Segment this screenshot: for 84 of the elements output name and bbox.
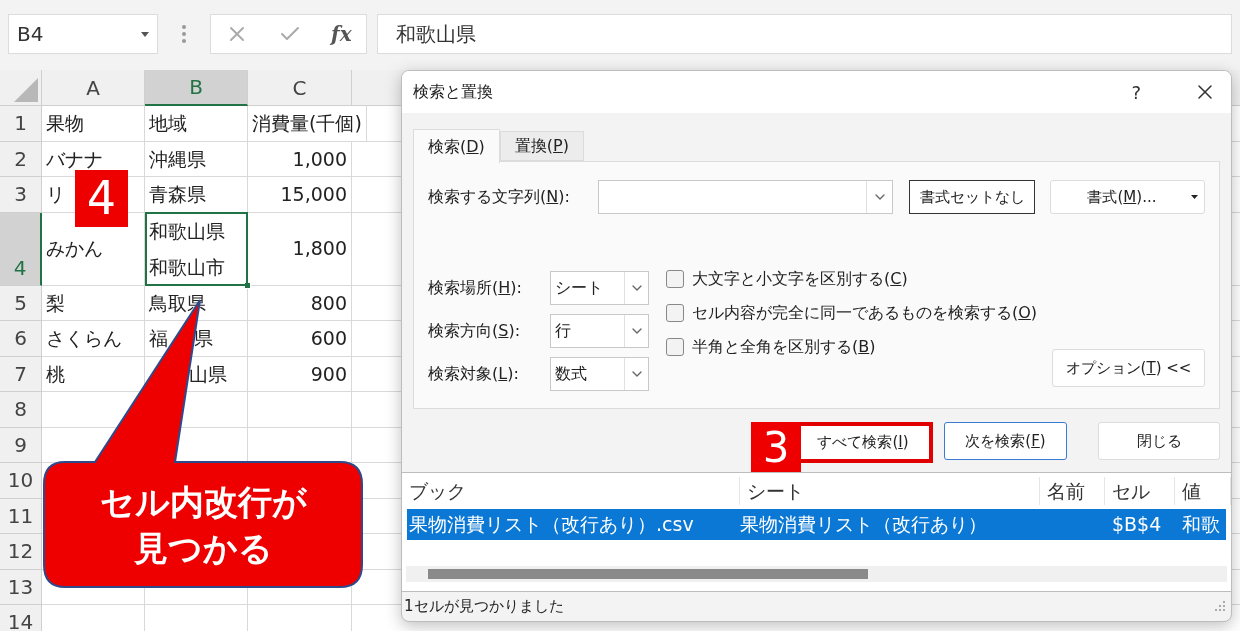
format-button[interactable]: 書式(M)... <box>1050 180 1205 214</box>
row-header[interactable]: 10 <box>0 463 42 499</box>
scrollbar-thumb[interactable] <box>428 568 868 579</box>
row-header[interactable]: 13 <box>0 569 42 605</box>
cell-text: 1,000 <box>292 146 347 172</box>
cell-text: 県 <box>194 326 213 351</box>
row-header[interactable]: 14 <box>0 605 42 631</box>
option-select[interactable]: 数式 <box>550 357 649 391</box>
insert-function-button[interactable]: fx <box>331 19 352 49</box>
cell-text: 消費量(千個) <box>252 111 362 136</box>
option-label: 検索方向(S): <box>428 320 522 342</box>
callout-text: セル内改行が 見つかる <box>99 480 307 570</box>
checkbox-label[interactable]: 大文字と小文字を区別する(C) <box>692 267 908 291</box>
row-header[interactable]: 8 <box>0 392 42 428</box>
caret-icon <box>141 31 149 37</box>
cell-text: 900 <box>310 361 347 387</box>
row-header[interactable]: 5 <box>0 285 42 321</box>
caret-icon <box>1191 195 1198 199</box>
name-box[interactable]: B4 <box>8 14 158 54</box>
row-header[interactable]: 11 <box>0 498 42 534</box>
list-column-header[interactable]: 名前 <box>1040 476 1105 506</box>
cell-text: 山県 <box>188 361 227 387</box>
select-all-icon[interactable] <box>14 78 38 102</box>
step-badge: 3 <box>751 422 801 472</box>
horizontal-scrollbar[interactable] <box>406 565 1227 582</box>
dialog-button[interactable]: 次を検索(F) <box>944 422 1067 460</box>
find-field[interactable] <box>598 180 893 214</box>
fill-handle[interactable] <box>244 281 251 289</box>
find-label: 検索する文字列(N): <box>428 186 571 208</box>
options-button[interactable]: オプション(T) << <box>1052 349 1205 387</box>
list-column-header[interactable]: シート <box>740 476 1040 506</box>
option-label: 検索場所(H): <box>428 277 523 299</box>
row-header[interactable]: 2 <box>0 141 42 177</box>
empty-cell[interactable] <box>248 392 352 428</box>
no-format-button[interactable]: 書式セットなし <box>909 180 1036 214</box>
column-header[interactable]: B <box>145 70 248 106</box>
list-column-header[interactable]: ブック <box>402 476 740 506</box>
cell-text: さくらん <box>46 326 122 351</box>
checkbox[interactable] <box>666 338 684 356</box>
checkbox[interactable] <box>666 304 684 322</box>
checkbox[interactable] <box>666 270 684 288</box>
cell-text: 果物 <box>46 111 84 136</box>
option-select[interactable]: シート <box>550 271 649 305</box>
cell-text: 1,800 <box>292 236 347 262</box>
row-header[interactable]: 1 <box>0 106 42 142</box>
cell-text: リ <box>46 182 65 207</box>
dialog-tab[interactable]: 検索(D) <box>413 129 500 163</box>
cell-text: 福 <box>149 326 168 351</box>
row-header[interactable]: 4 <box>0 212 42 286</box>
cell-text: 沖縄県 <box>149 146 206 172</box>
list-column-header[interactable]: 値 <box>1175 476 1231 506</box>
dialog-title: 検索と置換 <box>413 81 493 103</box>
option-select[interactable]: 行 <box>550 314 649 348</box>
step-badge: 4 <box>75 170 128 227</box>
column-header[interactable]: A <box>42 70 145 106</box>
status-text: 1セルが見つかりました <box>404 596 564 618</box>
row-header[interactable]: 3 <box>0 177 42 213</box>
grip-icon <box>182 25 186 43</box>
cell-text: バナナ <box>46 146 103 172</box>
cell-text: 和歌山市 <box>149 254 225 280</box>
dialog-button[interactable]: 閉じる <box>1098 422 1220 460</box>
row-header[interactable]: 6 <box>0 321 42 357</box>
cell-text: 15,000 <box>280 182 347 207</box>
option-label: 検索対象(L): <box>428 363 520 385</box>
formula-field[interactable]: 和歌山県 <box>377 14 1232 54</box>
cell-text: 梨 <box>46 290 65 316</box>
resize-grip-icon[interactable] <box>1215 601 1225 612</box>
cell-text: みかん <box>46 236 103 262</box>
row-header[interactable]: 7 <box>0 356 42 392</box>
help-button[interactable]: ? <box>1131 78 1141 106</box>
result-row[interactable]: 果物消費リスト（改行あり）.csv 果物消費リスト（改行あり） $B$4 和歌 <box>407 509 1226 540</box>
cell-text: 和歌山県 <box>149 218 225 244</box>
dialog-tab[interactable]: 置換(P) <box>499 131 584 161</box>
row-header[interactable]: 12 <box>0 534 42 570</box>
cell-text: 800 <box>310 290 347 316</box>
checkbox-label[interactable]: セル内容が完全に同一であるものを検索する(O) <box>692 301 1038 325</box>
cell-text: 青森県 <box>149 182 206 207</box>
list-column-header[interactable]: セル <box>1105 476 1175 506</box>
cell-text: 桃 <box>46 361 65 387</box>
column-header[interactable]: C <box>248 70 352 106</box>
checkbox-label[interactable]: 半角と全角を区別する(B) <box>692 335 876 359</box>
row-header[interactable]: 9 <box>0 427 42 463</box>
cell-text: 地域 <box>149 111 187 136</box>
cell-text: 600 <box>310 326 347 351</box>
